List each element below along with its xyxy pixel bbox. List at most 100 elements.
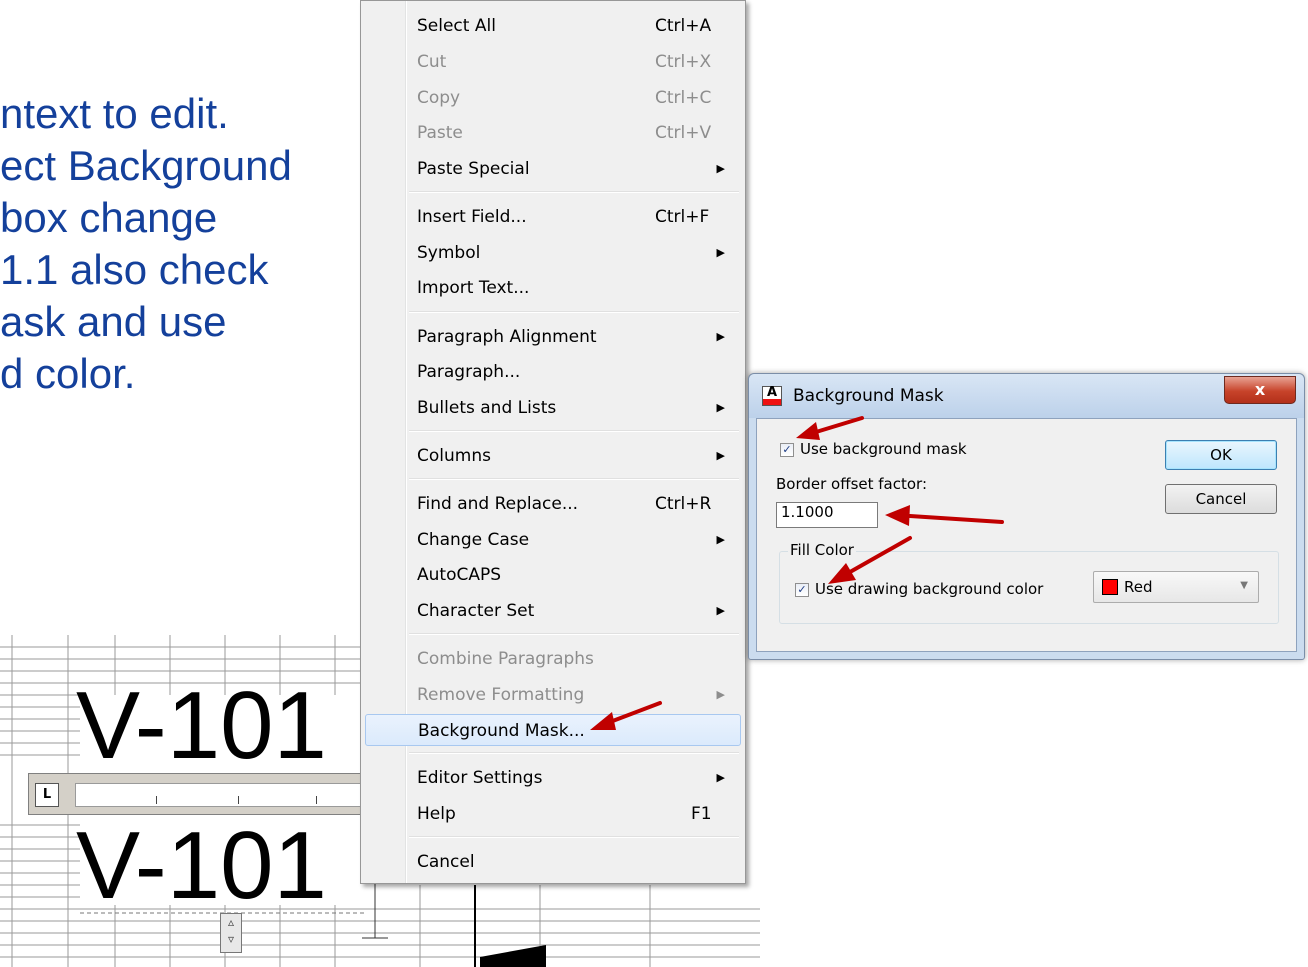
slide-line: box change <box>0 194 218 241</box>
menu-item-remove-formatting[interactable]: Remove Formatting ▶ <box>365 679 741 711</box>
use-drawing-background-color-label[interactable]: Use drawing background color <box>815 580 1043 598</box>
menu-item-insert-field[interactable]: Insert Field... Ctrl+F <box>365 201 741 233</box>
submenu-arrow-icon: ▶ <box>716 330 725 343</box>
context-menu: Select All Ctrl+A Cut Ctrl+X Copy Ctrl+C… <box>360 0 746 884</box>
tab-stop-selector[interactable]: L <box>35 783 59 807</box>
slide-instruction-text: ntext to edit. ect Background box change… <box>0 88 360 400</box>
submenu-arrow-icon: ▶ <box>716 246 725 259</box>
menu-item-find-and-replace[interactable]: Find and Replace... Ctrl+R <box>365 488 741 520</box>
menu-item-label: Paste Special <box>417 159 530 179</box>
menu-item-shortcut: F1 <box>691 804 712 824</box>
ruler-tick <box>316 796 317 804</box>
dialog-titlebar[interactable]: A Background Mask x <box>749 374 1304 418</box>
color-select-value: Red <box>1124 578 1153 596</box>
menu-separator <box>409 836 739 838</box>
text-editor-icon: A <box>762 386 782 406</box>
menu-item-label: Copy <box>417 88 461 108</box>
menu-item-cut[interactable]: Cut Ctrl+X <box>365 46 741 78</box>
menu-item-label: Insert Field... <box>417 207 527 227</box>
color-select[interactable]: Red ▼ <box>1093 571 1259 603</box>
menu-item-shortcut: Ctrl+C <box>655 88 712 108</box>
menu-item-paste[interactable]: Paste Ctrl+V <box>365 117 741 149</box>
menu-item-label: Character Set <box>417 601 535 621</box>
menu-item-label: Bullets and Lists <box>417 398 557 418</box>
menu-item-label: Cancel <box>417 852 475 872</box>
menu-item-label: Select All <box>417 16 496 36</box>
menu-item-label: AutoCAPS <box>417 565 502 585</box>
text-editor-ruler[interactable]: L <box>28 773 368 815</box>
menu-item-combine-paragraphs[interactable]: Combine Paragraphs <box>365 643 741 675</box>
submenu-arrow-icon: ▶ <box>716 604 725 617</box>
menu-item-columns[interactable]: Columns ▶ <box>365 440 741 472</box>
menu-item-change-case[interactable]: Change Case ▶ <box>365 524 741 556</box>
dialog-body: ✓ Use background mask Border offset fact… <box>756 418 1297 652</box>
menu-separator <box>409 752 739 754</box>
menu-item-label: Paragraph... <box>417 362 521 382</box>
ok-button[interactable]: OK <box>1165 440 1277 470</box>
submenu-arrow-icon: ▶ <box>716 533 725 546</box>
menu-item-label: Remove Formatting <box>417 685 585 705</box>
menu-item-paragraph[interactable]: Paragraph... <box>365 356 741 388</box>
ruler-tick <box>238 796 239 804</box>
submenu-arrow-icon: ▶ <box>716 449 725 462</box>
menu-item-label: Change Case <box>417 530 530 550</box>
menu-item-editor-settings[interactable]: Editor Settings ▶ <box>365 762 741 794</box>
submenu-arrow-icon: ▶ <box>716 688 725 701</box>
menu-item-cancel[interactable]: Cancel <box>365 846 741 878</box>
menu-item-shortcut: Ctrl+F <box>655 207 710 227</box>
menu-item-symbol[interactable]: Symbol ▶ <box>365 237 741 269</box>
ruler-strip[interactable] <box>75 783 361 807</box>
menu-item-label: Help <box>417 804 456 824</box>
menu-item-shortcut: Ctrl+X <box>655 52 712 72</box>
slide-line: 1.1 also check <box>0 246 269 293</box>
close-button[interactable]: x <box>1224 376 1296 404</box>
fill-color-group: Fill Color ✓ Use drawing background colo… <box>779 541 1279 624</box>
menu-item-select-all[interactable]: Select All Ctrl+A <box>365 10 741 42</box>
menu-item-paste-special[interactable]: Paste Special ▶ <box>365 153 741 185</box>
menu-item-label: Find and Replace... <box>417 494 579 514</box>
menu-item-copy[interactable]: Copy Ctrl+C <box>365 82 741 114</box>
menu-item-label: Combine Paragraphs <box>417 649 594 669</box>
use-background-mask-checkbox[interactable]: ✓ <box>780 443 794 457</box>
menu-item-bullets-and-lists[interactable]: Bullets and Lists ▶ <box>365 392 741 424</box>
menu-item-paragraph-alignment[interactable]: Paragraph Alignment ▶ <box>365 321 741 353</box>
menu-item-label: Columns <box>417 446 491 466</box>
dialog-title: Background Mask <box>793 386 944 406</box>
menu-separator <box>409 478 739 480</box>
menu-separator <box>409 191 739 193</box>
menu-item-label: Cut <box>417 52 447 72</box>
slide-line: ect Background <box>0 142 292 189</box>
menu-item-help[interactable]: Help F1 <box>365 798 741 830</box>
cancel-button[interactable]: Cancel <box>1165 484 1277 514</box>
border-offset-input[interactable]: 1.1000 <box>776 502 878 528</box>
menu-item-label: Import Text... <box>417 278 530 298</box>
slide-line: ntext to edit. <box>0 90 229 137</box>
slide-line: ask and use <box>0 298 227 345</box>
background-mask-dialog: A Background Mask x ✓ Use background mas… <box>748 373 1305 660</box>
drawing-label-top: V-101 <box>76 672 327 779</box>
submenu-arrow-icon: ▶ <box>716 162 725 175</box>
menu-item-background-mask[interactable]: Background Mask... <box>365 714 741 746</box>
height-stepper[interactable]: ▵ ▿ <box>220 913 242 953</box>
menu-item-label: Background Mask... <box>418 721 585 741</box>
use-drawing-background-color-checkbox[interactable]: ✓ <box>795 583 809 597</box>
menu-item-character-set[interactable]: Character Set ▶ <box>365 595 741 627</box>
menu-item-shortcut: Ctrl+A <box>655 16 712 36</box>
fill-color-group-label: Fill Color <box>788 541 856 559</box>
menu-item-shortcut: Ctrl+R <box>655 494 712 514</box>
menu-item-shortcut: Ctrl+V <box>655 123 712 143</box>
menu-item-label: Paste <box>417 123 463 143</box>
menu-separator <box>409 633 739 635</box>
ruler-tick <box>156 796 157 804</box>
menu-item-label: Symbol <box>417 243 481 263</box>
drawing-label-bottom: V-101 <box>76 812 327 919</box>
menu-item-import-text[interactable]: Import Text... <box>365 272 741 304</box>
menu-item-autocaps[interactable]: AutoCAPS <box>365 559 741 591</box>
submenu-arrow-icon: ▶ <box>716 401 725 414</box>
menu-separator <box>409 311 739 313</box>
menu-separator <box>409 430 739 432</box>
menu-item-label: Editor Settings <box>417 768 543 788</box>
use-background-mask-label[interactable]: Use background mask <box>800 440 967 458</box>
submenu-arrow-icon: ▶ <box>716 771 725 784</box>
color-swatch <box>1102 579 1118 595</box>
